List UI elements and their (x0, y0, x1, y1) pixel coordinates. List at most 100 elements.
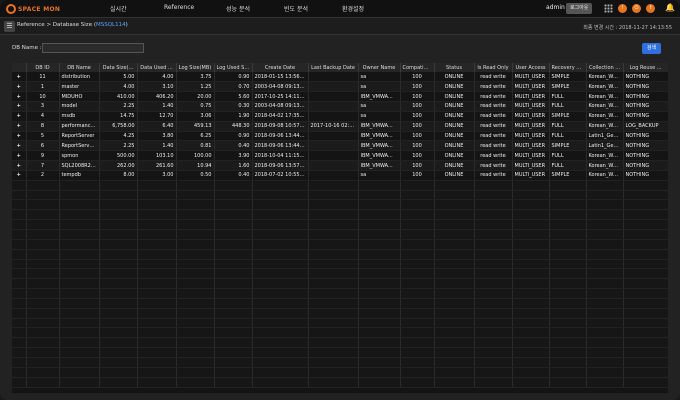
empty-cell (176, 318, 215, 329)
table-cell: 2018-01-15 13:56:04 (252, 72, 309, 83)
column-header[interactable]: Is Read Only (474, 63, 513, 72)
empty-cell (59, 337, 100, 349)
empty-cell (434, 308, 475, 319)
nav-realtime[interactable]: 실시간 (110, 4, 127, 13)
empty-row (12, 288, 668, 299)
expand-row-button[interactable]: + (12, 150, 27, 162)
logout-button[interactable]: 로그아웃 (566, 3, 593, 14)
empty-cell (176, 180, 215, 191)
table-row[interactable]: +4 msdb 14.75 12.70 3.06 1.90 2018-04-02 17:35… (12, 111, 668, 122)
empty-cell (26, 259, 60, 270)
empty-cell (252, 259, 309, 270)
table-cell: read write (474, 150, 513, 162)
empty-cell (214, 337, 253, 349)
bell-icon[interactable]: 🔔 (665, 3, 675, 12)
column-header[interactable]: Last Backup Date (308, 63, 359, 72)
column-header[interactable]: Owner Name (358, 63, 401, 72)
table-cell: 12.70 (137, 111, 177, 122)
column-header[interactable] (12, 63, 27, 72)
column-header[interactable]: DB Name (59, 63, 100, 72)
empty-cell (12, 259, 27, 270)
column-header[interactable]: DB ID (26, 63, 60, 72)
column-header[interactable]: Compatibili... (400, 63, 435, 72)
table-cell: FULL (549, 101, 587, 112)
table-cell: read write (474, 111, 513, 122)
empty-cell (358, 347, 401, 358)
empty-cell (586, 308, 624, 319)
empty-cell (252, 357, 309, 368)
column-header[interactable]: Data Size(... (99, 63, 138, 72)
column-header[interactable]: Collection ... (586, 63, 624, 72)
column-header[interactable]: Create Date (252, 63, 309, 72)
expand-row-button[interactable]: + (12, 140, 27, 152)
table-cell: 2003-04-08 09:13:36 (252, 101, 309, 112)
empty-cell (214, 209, 253, 221)
column-header[interactable]: Log Size(MB) (176, 63, 215, 72)
table-row[interactable]: +6 ReportServer... 2.25 1.40 0.81 0.40 2018-09… (12, 140, 668, 152)
menu-toggle-button[interactable]: ☰ (4, 21, 15, 32)
search-button[interactable]: 검색 (642, 43, 661, 54)
table-cell: 500.00 (99, 150, 138, 162)
empty-cell (512, 377, 550, 388)
expand-row-button[interactable]: + (12, 72, 27, 83)
nav-performance[interactable]: 성능 분석 (226, 4, 250, 13)
table-row[interactable]: +2 tempdb 8.00 3.00 0.50 0.40 2018-07-02 10:55… (12, 170, 668, 181)
table-row[interactable]: +10 MIDUHO 410.00 406.20 20.00 5.60 2017-10-25… (12, 91, 668, 103)
app-window: SPACE MON 실시간 Reference 성능 분석 빈도 분석 환경설정… (0, 0, 680, 400)
expand-row-button[interactable]: + (12, 170, 27, 181)
table-cell: distribution (59, 72, 100, 83)
column-header[interactable]: Recovery M... (549, 63, 587, 72)
table-row[interactable]: +5 ReportServer 4.25 3.80 6.25 0.90 2018-09-06… (12, 131, 668, 142)
table-cell: ONLINE (434, 140, 475, 152)
table-cell: MULTI_USER (512, 91, 550, 103)
table-row[interactable]: +8 performance... 6,758.00 6.40 459.13 448.30… (12, 121, 668, 132)
column-header[interactable]: Status (434, 63, 475, 72)
table-cell: Korean_Wa... (586, 111, 624, 122)
table-cell: IBM_VMWA... (358, 131, 401, 142)
empty-cell (176, 259, 215, 270)
expand-row-button[interactable]: + (12, 81, 27, 93)
grid-icon[interactable] (604, 4, 613, 13)
table-cell: 3.06 (176, 111, 215, 122)
empty-cell (308, 347, 359, 358)
empty-cell (474, 259, 513, 270)
table-cell: NOTHING (623, 170, 668, 181)
empty-cell (214, 249, 253, 260)
expand-row-button[interactable]: + (12, 121, 27, 132)
column-header[interactable]: Log Reuse ... (623, 63, 668, 72)
expand-row-button[interactable]: + (12, 160, 27, 171)
expand-row-button[interactable]: + (12, 101, 27, 112)
table-row[interactable]: +9 spmon 500.00 103.10 100.00 3.90 2018-10-04 … (12, 150, 668, 162)
empty-cell (434, 318, 475, 329)
table-row[interactable]: +1 master 4.00 3.10 1.25 0.70 2003-04-08 09:13… (12, 81, 668, 93)
table-row[interactable]: +11 distribution 5.00 4.00 3.75 0.90 2018-01-1… (12, 72, 668, 83)
empty-cell (252, 199, 309, 211)
column-header[interactable]: Data Used ... (137, 63, 177, 72)
empty-cell (214, 229, 253, 240)
empty-cell (137, 180, 177, 191)
nav-reference[interactable]: Reference (164, 4, 194, 11)
power-icon[interactable]: ⏻ (632, 4, 641, 13)
nav-settings[interactable]: 환경설정 (342, 4, 364, 13)
table-cell: ONLINE (434, 101, 475, 112)
facebook-icon[interactable]: f (646, 4, 655, 13)
empty-cell (358, 219, 401, 230)
empty-cell (586, 239, 624, 250)
column-header[interactable]: User Access (512, 63, 550, 72)
empty-cell (176, 249, 215, 260)
logo[interactable]: SPACE MON (6, 3, 60, 15)
empty-cell (12, 209, 27, 221)
column-header[interactable]: Log Used Si... (214, 63, 253, 72)
table-cell: 100 (400, 81, 435, 93)
expand-row-button[interactable]: + (12, 91, 27, 103)
database-size-table: DB ID DB Name Data Size(... Data Used ... Lo… (12, 63, 668, 393)
user-name: admin (546, 4, 565, 11)
expand-row-button[interactable]: + (12, 111, 27, 122)
empty-cell (176, 239, 215, 250)
table-row[interactable]: +7 SQL2008R2_... 262.00 261.60 10.94 1.60 2018… (12, 160, 668, 171)
nav-frequency[interactable]: 빈도 분석 (284, 4, 308, 13)
alert-icon[interactable]: ! (618, 4, 627, 13)
expand-row-button[interactable]: + (12, 131, 27, 142)
table-row[interactable]: +3 model 2.25 1.40 0.75 0.30 2003-04-08 09:13:… (12, 101, 668, 112)
db-name-input[interactable] (42, 43, 144, 53)
